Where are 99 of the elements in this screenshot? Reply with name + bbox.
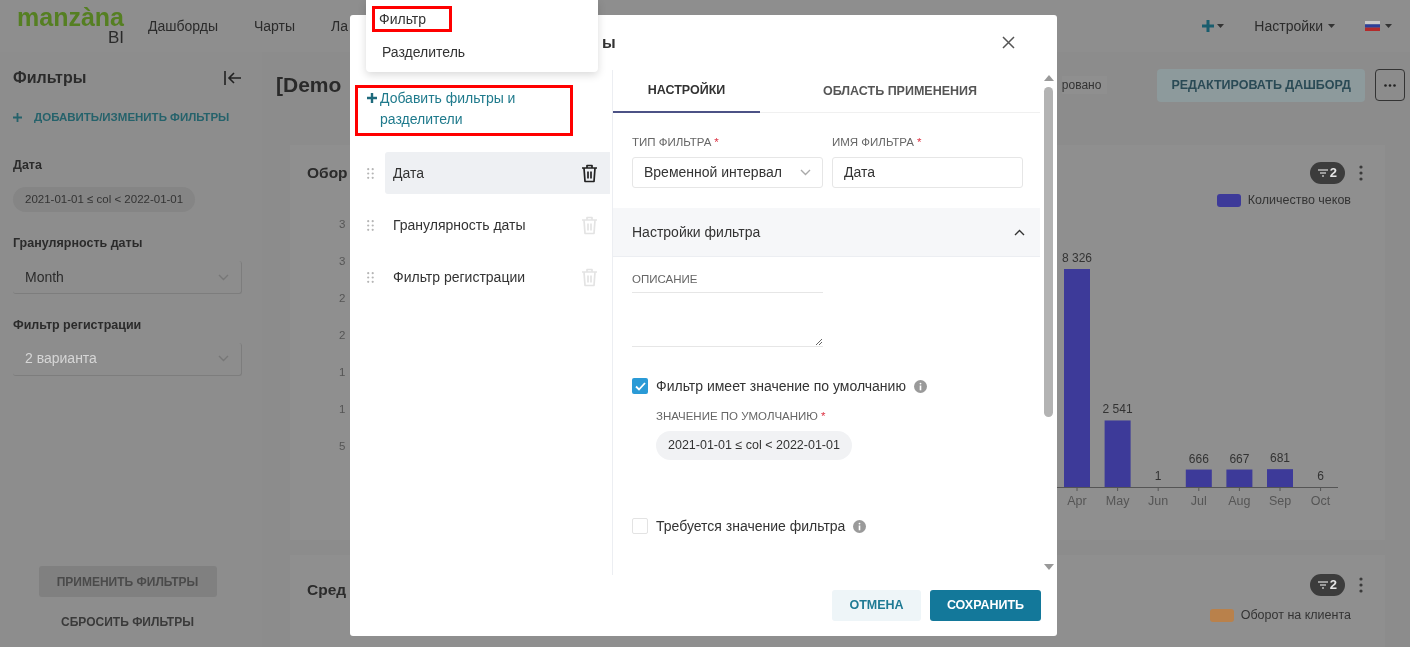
y-tick-label: 3 [339,217,346,232]
plus-icon [1202,20,1215,32]
collapse-icon[interactable] [224,71,242,85]
close-icon[interactable] [1002,36,1015,49]
trash-icon[interactable] [581,163,598,183]
language-menu[interactable] [1365,21,1392,31]
filter-icon [1317,168,1328,177]
bar [1185,469,1212,487]
drag-handle-icon[interactable] [366,271,374,283]
value-label: 681 [1270,451,1290,466]
filter-label: Фильтр регистрации [13,317,143,334]
filter-badge[interactable]: 2 [1309,573,1345,596]
y-tick-label: 5 [339,439,346,454]
scroll-down-icon[interactable] [1043,564,1054,570]
dashboard-title: [Demo [276,72,342,99]
add-menu[interactable] [1202,20,1225,32]
resize-handle-icon[interactable] [815,337,822,345]
filter-label: Дата [13,157,43,175]
nav-item[interactable]: Чарты [254,15,296,37]
plus-icon [13,113,22,123]
y-tick-label: 1 [339,402,346,417]
info-icon [913,379,927,393]
field-label: ТИП ФИЛЬТРА [632,135,712,150]
chevron-icon [1014,228,1025,236]
modal-title: ы [602,32,616,53]
filter-list-item[interactable]: Фильтр регистрации [385,256,610,298]
category-label: Aug [1228,494,1251,508]
tab[interactable]: ОБЛАСТЬ ПРИМЕНЕНИЯ [760,70,1040,113]
filter-label: Гранулярность даты [13,235,144,253]
bar [1226,469,1253,487]
more-options-icon[interactable] [1359,576,1363,593]
ellipsis-icon [1384,83,1396,87]
save-button[interactable]: СОХРАНИТЬ [930,590,1041,621]
more-button[interactable] [1375,69,1405,101]
category-label: Oct [1310,494,1331,508]
filter-icon [1317,580,1328,589]
tab[interactable]: НАСТРОЙКИ [613,70,760,113]
filter-count: 2 [1329,575,1337,594]
chart-title: Сред [307,580,347,600]
default-value-chip[interactable]: 2021-01-01 ≤ col < 2022-01-01 [656,430,852,460]
caret-icon [1385,24,1392,28]
reset-filters-button[interactable]: СБРОСИТЬ ФИЛЬТРЫ [61,613,194,631]
nav-item[interactable]: Ла [331,15,349,37]
checkbox[interactable] [632,518,648,534]
caret-icon [1328,24,1335,28]
value-label: 667 [1229,451,1250,466]
required-mark: * [916,135,922,150]
field-label: ИМЯ ФИЛЬТРА [832,135,914,150]
value-label: 1 [1154,468,1162,483]
scroll-up-icon[interactable] [1043,75,1054,81]
legend-label: Оборот на клиента [1240,607,1351,625]
required-mark: * [714,135,719,150]
add-filters-link[interactable]: Добавить фильтры и разделители [355,85,573,136]
select-field[interactable]: Временной интервал [632,157,823,189]
category-label: Apr [1067,494,1087,508]
sidebar-title: Фильтры [13,68,87,88]
info-icon [853,519,867,533]
required-mark: * [821,408,826,424]
nav-item[interactable]: Дашборды [148,15,218,37]
filter-badge[interactable]: 2 [1309,161,1345,184]
y-tick-label: 1 [339,365,346,380]
value-label: 2 541 [1102,402,1133,417]
input-field[interactable]: Дата [832,157,1023,189]
checkbox-label: Требуется значение фильтра [656,516,846,536]
filter-chip[interactable]: 2021-01-01 ≤ col < 2022-01-01 [13,187,196,213]
logo-subtitle: BI [107,29,124,47]
field-label: ЗНАЧЕНИЕ ПО УМОЛЧАНИЮ [656,408,818,424]
plus-icon [367,93,377,103]
bar [1267,469,1293,487]
value-label: 666 [1188,451,1209,466]
bar [1104,420,1131,487]
edit-dashboard-button[interactable]: РЕДАКТИРОВАТЬ ДАШБОРД [1157,68,1365,102]
category-label: Jul [1190,494,1207,508]
checkbox-label: Фильтр имеет значение по умолчанию [656,376,906,396]
cancel-button[interactable]: ОТМЕНА [832,590,921,621]
caret-icon [1217,24,1225,28]
checkbox[interactable] [632,378,648,394]
filter-list-item[interactable]: Гранулярность даты [385,204,610,246]
chevron-icon [800,169,811,177]
category-label: Jun [1148,494,1169,508]
drag-handle-icon[interactable] [366,219,374,231]
category-label: May [1105,494,1130,508]
chart-title: Обор [307,163,348,183]
value-label: 6 [1317,468,1324,483]
more-options-icon[interactable] [1359,164,1363,181]
field-label: ОПИСАНИЕ [632,272,699,288]
menu-item[interactable]: Фильтр [372,6,452,32]
menu-item[interactable]: Разделитель [375,39,473,65]
filter-count: 2 [1329,163,1337,182]
value-label: 8 326 [1062,251,1092,265]
drag-handle-icon[interactable] [366,167,374,179]
select-field[interactable]: Month [13,261,242,294]
category-label: Sep [1268,494,1292,508]
filter-list-item[interactable]: Дата [385,152,610,194]
settings-menu[interactable]: Настройки [1254,15,1335,37]
y-tick-label: 3 [339,254,346,269]
flag-icon [1365,21,1380,31]
legend-label: Количество чеков [1247,192,1351,210]
section-header[interactable]: Настройки фильтра [613,208,1040,258]
